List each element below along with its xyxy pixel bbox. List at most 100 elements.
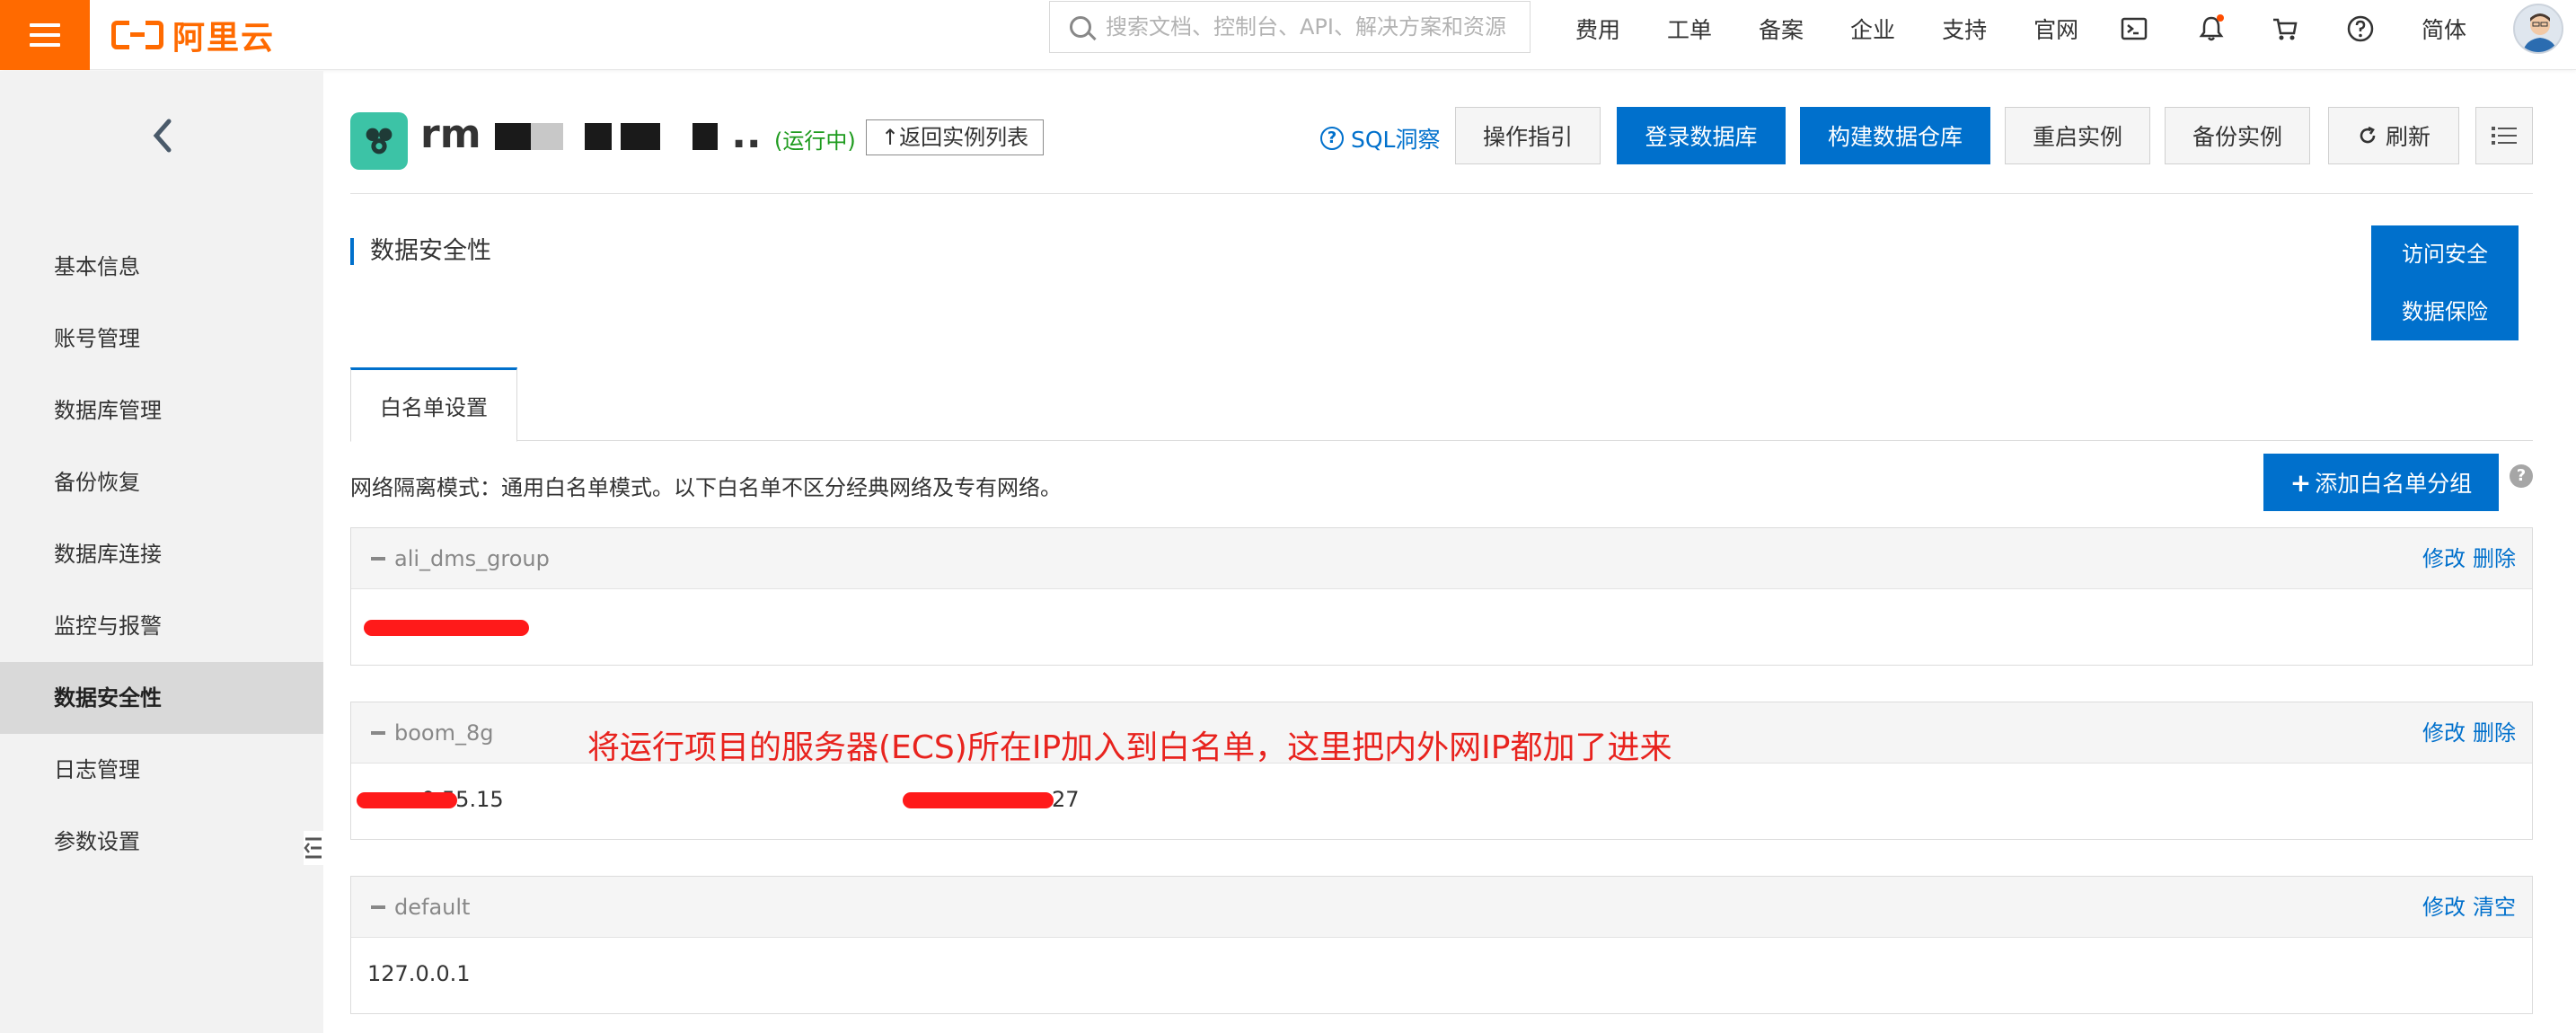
group-ip-list: 0.55.15 27: [351, 764, 2532, 839]
group-name-label: default: [394, 895, 471, 920]
nav-icp[interactable]: 备案: [1759, 13, 1804, 45]
sidebar-item-connection[interactable]: 数据库连接: [0, 518, 323, 590]
redaction-scribble: [357, 792, 457, 808]
nav-tickets[interactable]: 工单: [1667, 13, 1712, 45]
sidebar-menu: 基本信息 账号管理 数据库管理 备份恢复 数据库连接 监控与报警 数据安全性 日…: [0, 231, 323, 878]
plus-icon: +: [2289, 467, 2312, 498]
annotation-text: 将运行项目的服务器(ECS)所在IP加入到白名单，这里把内外网IP都加了进来: [587, 729, 1672, 766]
user-avatar[interactable]: [2513, 4, 2563, 54]
edit-group-link[interactable]: 修改: [2422, 720, 2466, 746]
terminal-icon[interactable]: [2120, 14, 2148, 43]
group-ip-list: 127.0.0.1: [351, 938, 2532, 1013]
list-view-button[interactable]: [2475, 107, 2533, 164]
collapse-icon: [371, 905, 385, 909]
sidebar-item-parameters[interactable]: 参数设置: [0, 806, 323, 878]
group-name-label: boom_8g: [394, 720, 494, 746]
hamburger-icon: [30, 23, 60, 47]
sidebar-collapse-icon[interactable]: [304, 831, 325, 865]
menu-toggle-button[interactable]: [0, 0, 90, 70]
global-search[interactable]: [1049, 1, 1531, 53]
top-nav: 费用 工单 备案 企业 支持 官网: [1575, 0, 2125, 57]
help-icon[interactable]: [2346, 14, 2375, 43]
refresh-button[interactable]: 刷新: [2328, 107, 2459, 164]
back-to-instance-list-button[interactable]: ↑返回实例列表: [866, 119, 1045, 155]
sidebar-item-accounts[interactable]: 账号管理: [0, 303, 323, 375]
backup-instance-button[interactable]: 备份实例: [2165, 107, 2310, 164]
back-button[interactable]: [144, 109, 180, 163]
search-icon: [1070, 16, 1091, 38]
instance-name: rm ..: [420, 111, 762, 157]
group-name-label: ali_dms_group: [394, 546, 550, 571]
header-divider: [350, 193, 2533, 194]
search-input[interactable]: [1106, 14, 1519, 40]
section-title: 数据安全性: [350, 238, 491, 265]
guide-button[interactable]: 操作指引: [1455, 107, 1601, 164]
nav-support[interactable]: 支持: [1942, 13, 1987, 45]
group-name[interactable]: boom_8g: [371, 702, 493, 764]
security-side-actions: 访问安全 数据保险: [2371, 225, 2519, 340]
data-insurance-link[interactable]: 数据保险: [2371, 283, 2519, 340]
main-content: rm .. (运行中) ↑返回实例列表 ? SQL洞察 操作指引 登录数据库 构…: [350, 71, 2533, 1033]
group-actions: 修改 清空: [2415, 877, 2516, 938]
group-name[interactable]: ali_dms_group: [371, 528, 550, 589]
nav-billing[interactable]: 费用: [1575, 13, 1620, 45]
collapse-icon: [371, 731, 385, 735]
rds-instance-icon: [350, 112, 408, 170]
redaction-scribble: [903, 792, 1054, 808]
delete-group-link[interactable]: 删除: [2473, 720, 2516, 746]
tab-bar: 白名单设置: [350, 367, 2533, 442]
whitelist-group: ali_dms_group 修改 删除: [350, 527, 2533, 666]
sidebar-item-backup[interactable]: 备份恢复: [0, 446, 323, 518]
access-security-link[interactable]: 访问安全: [2371, 225, 2519, 283]
group-name[interactable]: default: [371, 877, 470, 938]
redacted-block: [530, 123, 563, 150]
arrow-up-icon: ↑: [881, 125, 900, 150]
ip-entry: 27: [1052, 787, 1080, 812]
chevron-left-icon: [153, 119, 172, 153]
delete-group-link[interactable]: 删除: [2473, 546, 2516, 571]
group-header: default 修改 清空: [351, 877, 2532, 938]
sidebar-item-databases[interactable]: 数据库管理: [0, 375, 323, 446]
whitelist-group: default 修改 清空 127.0.0.1: [350, 876, 2533, 1014]
cart-icon[interactable]: [2271, 14, 2299, 43]
tab-whitelist-settings[interactable]: 白名单设置: [350, 367, 517, 442]
bell-icon[interactable]: [2197, 14, 2226, 43]
language-switch[interactable]: 简体: [2422, 13, 2466, 45]
build-data-warehouse-button[interactable]: 构建数据仓库: [1800, 107, 1990, 164]
group-ip-list: [351, 589, 2532, 665]
instance-name-prefix: rm: [420, 111, 481, 157]
network-mode-text: 网络隔离模式：通用白名单模式。以下白名单不区分经典网络及专有网络。: [350, 475, 1062, 500]
top-bar: 阿里云 费用 工单 备案 企业 支持 官网 简体: [0, 0, 2576, 70]
redacted-block: [692, 123, 718, 150]
edit-group-link[interactable]: 修改: [2422, 895, 2466, 920]
collapse-icon: [371, 557, 385, 561]
add-whitelist-group-label: 添加白名单分组: [2315, 471, 2473, 497]
sidebar-item-basic-info[interactable]: 基本信息: [0, 231, 323, 303]
redacted-block: [494, 123, 531, 150]
add-whitelist-group-button[interactable]: + 添加白名单分组: [2263, 454, 2499, 511]
sidebar-item-data-security[interactable]: 数据安全性: [0, 662, 323, 734]
sidebar-item-monitoring[interactable]: 监控与报警: [0, 590, 323, 662]
redaction-scribble: [364, 620, 529, 636]
sql-insight-link[interactable]: ? SQL洞察: [1320, 118, 1440, 159]
restart-instance-button[interactable]: 重启实例: [2005, 107, 2150, 164]
edit-group-link[interactable]: 修改: [2422, 546, 2466, 571]
redacted-block: [584, 123, 612, 150]
redacted-block: [620, 123, 660, 150]
help-icon[interactable]: ?: [2510, 464, 2533, 488]
group-actions: 修改 删除: [2415, 528, 2516, 589]
group-header: ali_dms_group 修改 删除: [351, 528, 2532, 589]
login-database-button[interactable]: 登录数据库: [1617, 107, 1786, 164]
refresh-icon: [2360, 126, 2376, 144]
back-to-list-label: 返回实例列表: [899, 125, 1029, 150]
ip-entry: 127.0.0.1: [367, 961, 471, 986]
sidebar: 基本信息 账号管理 数据库管理 备份恢复 数据库连接 监控与报警 数据安全性 日…: [0, 71, 325, 1033]
nav-enterprise[interactable]: 企业: [1850, 13, 1895, 45]
group-actions: 修改 删除: [2415, 702, 2516, 764]
sidebar-item-logs[interactable]: 日志管理: [0, 734, 323, 806]
nav-official-site[interactable]: 官网: [2033, 13, 2078, 45]
refresh-label: 刷新: [2385, 124, 2430, 150]
clear-group-link[interactable]: 清空: [2473, 895, 2516, 920]
aliyun-logo[interactable]: 阿里云: [111, 13, 275, 57]
sql-insight-label: SQL洞察: [1351, 127, 1441, 153]
